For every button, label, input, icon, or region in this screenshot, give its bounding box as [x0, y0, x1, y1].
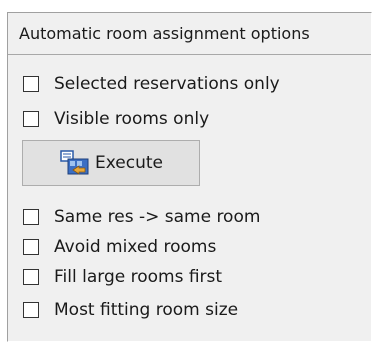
option-avoid-mixed-rooms[interactable]: Avoid mixed rooms [23, 235, 216, 259]
option-fill-large-rooms-first[interactable]: Fill large rooms first [23, 265, 222, 289]
checkbox[interactable] [23, 269, 39, 285]
option-label: Avoid mixed rooms [54, 237, 217, 257]
checkbox[interactable] [23, 111, 39, 127]
execute-button[interactable]: Execute [22, 140, 200, 186]
option-selected-reservations-only[interactable]: Selected reservations only [23, 72, 280, 96]
option-visible-rooms-only[interactable]: Visible rooms only [23, 107, 209, 131]
checkbox[interactable] [23, 302, 39, 318]
option-most-fitting-room-size[interactable]: Most fitting room size [23, 298, 238, 322]
panel-title: Automatic room assignment options [8, 13, 371, 55]
option-label: Fill large rooms first [54, 267, 223, 287]
option-label: Same res -> same room [54, 207, 261, 227]
option-label: Selected reservations only [54, 74, 280, 94]
option-label: Visible rooms only [54, 109, 210, 129]
option-label: Most fitting room size [54, 300, 239, 320]
execute-label: Execute [95, 153, 163, 173]
room-assignment-panel: Automatic room assignment options Select… [7, 12, 372, 342]
checkbox[interactable] [23, 209, 39, 225]
checkbox[interactable] [23, 239, 39, 255]
checkbox[interactable] [23, 76, 39, 92]
room-assign-icon [60, 150, 89, 175]
option-same-res-same-room[interactable]: Same res -> same room [23, 205, 260, 229]
